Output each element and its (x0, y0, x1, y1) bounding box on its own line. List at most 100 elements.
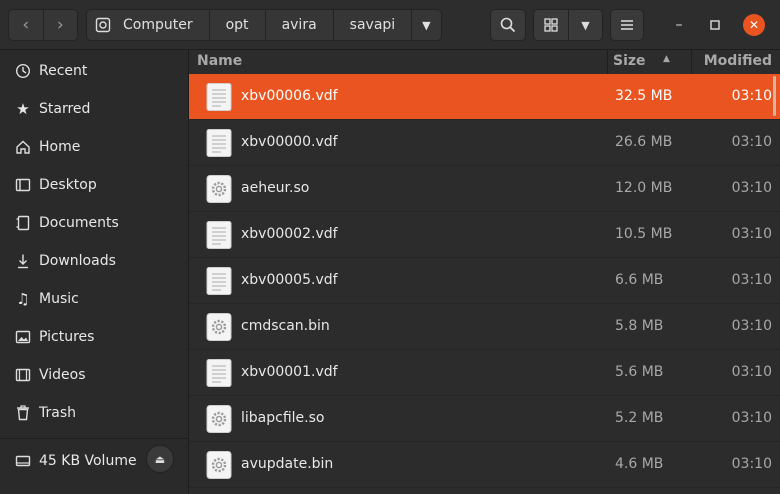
file-rows: xbv00006.vdf 32.5 MB 03:10 xbv00000.vdf 26.6… (189, 74, 780, 488)
file-modified: 03:10 (731, 180, 772, 196)
sidebar-item-downloads[interactable]: Downloads (0, 242, 188, 280)
sidebar-item-recent[interactable]: Recent (0, 52, 188, 90)
file-modified: 03:10 (731, 318, 772, 334)
sidebar-item-documents[interactable]: Documents (0, 204, 188, 242)
back-button[interactable]: ‹ (9, 10, 43, 40)
file-modified: 03:10 (731, 364, 772, 380)
chevron-left-icon: ‹ (22, 15, 30, 35)
text-file-icon (206, 129, 232, 157)
sidebar-item-label: Recent (39, 63, 88, 79)
menu-button[interactable] (610, 9, 644, 41)
file-name: libapcfile.so (241, 410, 325, 426)
sidebar-item-desktop[interactable]: Desktop (0, 166, 188, 204)
close-icon: ✕ (748, 18, 760, 32)
sidebar-item-label: Videos (39, 367, 86, 383)
file-name: xbv00002.vdf (241, 226, 338, 242)
close-button[interactable]: ✕ (743, 14, 765, 36)
breadcrumb-savapi[interactable]: savapi (332, 10, 412, 40)
home-icon (14, 138, 32, 156)
trash-icon (14, 404, 32, 422)
file-row[interactable]: xbv00001.vdf 5.6 MB 03:10 (189, 350, 780, 396)
file-row[interactable]: xbv00005.vdf 6.6 MB 03:10 (189, 258, 780, 304)
path-dropdown-button[interactable]: ▼ (411, 10, 440, 40)
view-grid-button[interactable] (533, 9, 569, 41)
text-file-icon (206, 267, 232, 295)
view-options-button[interactable]: ▼ (568, 9, 603, 41)
minimize-button[interactable]: – (668, 14, 690, 36)
music-icon: ♫ (16, 290, 30, 308)
column-size[interactable]: Size (613, 53, 646, 69)
forward-button[interactable]: › (42, 10, 78, 40)
file-row[interactable]: libapcfile.so 5.2 MB 03:10 (189, 396, 780, 442)
sidebar-divider (0, 438, 188, 439)
breadcrumb-computer[interactable]: Computer (87, 10, 209, 40)
file-row[interactable]: aeheur.so 12.0 MB 03:10 (189, 166, 780, 212)
column-name[interactable]: Name (197, 53, 242, 69)
file-row[interactable]: xbv00000.vdf 26.6 MB 03:10 (189, 120, 780, 166)
text-file-icon (206, 359, 232, 387)
file-row[interactable]: xbv00002.vdf 10.5 MB 03:10 (189, 212, 780, 258)
drive-icon (14, 452, 32, 470)
file-size: 4.6 MB (615, 456, 664, 472)
sidebar-item-videos[interactable]: Videos (0, 356, 188, 394)
file-modified: 03:10 (731, 410, 772, 426)
maximize-icon (710, 20, 720, 30)
desktop-icon (14, 176, 32, 194)
sidebar-item-label: Trash (39, 405, 76, 421)
documents-icon (14, 214, 32, 232)
minimize-icon: – (675, 17, 683, 33)
file-name: avupdate.bin (241, 456, 334, 472)
file-name: xbv00000.vdf (241, 134, 338, 150)
search-button[interactable] (490, 9, 526, 41)
scrollbar[interactable] (773, 76, 776, 116)
file-name: xbv00001.vdf (241, 364, 338, 380)
column-separator (691, 50, 692, 74)
sort-ascending-icon: ▲ (663, 54, 670, 64)
file-name: xbv00006.vdf (241, 88, 338, 104)
eject-button[interactable]: ⏏ (146, 445, 174, 473)
search-icon (500, 17, 516, 33)
breadcrumb-label: savapi (349, 17, 396, 33)
file-row[interactable]: cmdscan.bin 5.8 MB 03:10 (189, 304, 780, 350)
file-size: 32.5 MB (615, 88, 673, 104)
breadcrumb-label: avira (281, 17, 317, 33)
pictures-icon (14, 328, 32, 346)
file-size: 5.8 MB (615, 318, 664, 334)
file-row[interactable]: avupdate.bin 4.6 MB 03:10 (189, 442, 780, 488)
file-modified: 03:10 (731, 134, 772, 150)
sidebar-item-home[interactable]: Home (0, 128, 188, 166)
library-file-icon (206, 405, 232, 433)
grid-icon (544, 18, 558, 32)
file-size: 6.6 MB (615, 272, 664, 288)
column-modified[interactable]: Modified (704, 53, 772, 69)
sidebar-item-label: Desktop (39, 177, 97, 193)
file-size: 12.0 MB (615, 180, 673, 196)
file-size: 5.6 MB (615, 364, 664, 380)
sidebar-item-starred[interactable]: ★ Starred (0, 90, 188, 128)
library-file-icon (206, 313, 232, 341)
sidebar-item-label: Documents (39, 215, 119, 231)
column-separator (607, 50, 608, 74)
text-file-icon (206, 221, 232, 249)
file-row[interactable]: xbv00006.vdf 32.5 MB 03:10 (189, 74, 780, 120)
file-size: 5.2 MB (615, 410, 664, 426)
sidebar-item-trash[interactable]: Trash (0, 394, 188, 432)
navigation-buttons: ‹ › (8, 9, 78, 41)
sidebar: Recent ★ Starred Home Desktop Documents … (0, 50, 189, 494)
triangle-down-icon: ▼ (422, 18, 431, 32)
sidebar-item-label: 45 KB Volume (39, 453, 137, 469)
breadcrumb-avira[interactable]: avira (264, 10, 333, 40)
sidebar-item-label: Music (39, 291, 79, 307)
file-name: xbv00005.vdf (241, 272, 338, 288)
maximize-button[interactable] (704, 14, 726, 36)
column-header-row: Name Size ▲ Modified (189, 50, 780, 74)
library-file-icon (206, 451, 232, 479)
breadcrumb-opt[interactable]: opt (208, 10, 265, 40)
sidebar-item-volume[interactable]: 45 KB Volume ⏏ (0, 442, 188, 480)
header-bar: ‹ › Computer opt avira savapi ▼ ▼ – ✕ (0, 0, 780, 50)
sidebar-item-pictures[interactable]: Pictures (0, 318, 188, 356)
sidebar-item-music[interactable]: ♫ Music (0, 280, 188, 318)
file-list: Name Size ▲ Modified xbv00006.vdf 32.5 MB… (189, 50, 780, 494)
eject-icon: ⏏ (154, 452, 166, 466)
breadcrumb: Computer opt avira savapi ▼ (86, 9, 442, 41)
